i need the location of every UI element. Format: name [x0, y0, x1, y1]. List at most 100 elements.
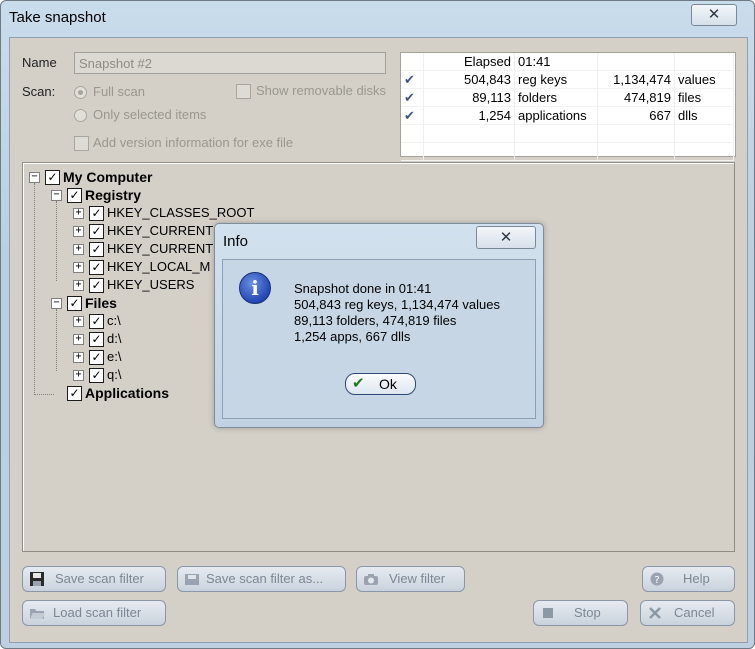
ok-label: Ok: [379, 376, 397, 392]
full-scan-radio[interactable]: [74, 86, 87, 99]
checkbox-applications[interactable]: ✓: [67, 386, 82, 401]
info-message-line: 89,113 folders, 474,819 files: [294, 313, 457, 328]
close-icon: ✕: [499, 229, 513, 246]
save-scan-filter-as-button[interactable]: Save scan filter as...: [177, 566, 346, 592]
cancel-button[interactable]: Cancel: [640, 600, 735, 626]
tree-node-drive[interactable]: e:\: [107, 348, 121, 366]
save-scan-filter-button[interactable]: Save scan filter: [22, 566, 166, 592]
collapse-toggle[interactable]: −: [51, 298, 62, 309]
add-version-label: Add version information for exe file: [93, 135, 294, 150]
tree-node-my-computer[interactable]: My Computer: [63, 168, 152, 186]
stop-icon: [543, 608, 553, 618]
tree-line: [34, 183, 35, 395]
tree-node-files[interactable]: Files: [85, 294, 117, 312]
snapshot-name-input[interactable]: Snapshot #2: [74, 52, 386, 74]
collapse-toggle[interactable]: −: [51, 190, 62, 201]
tree-node-applications[interactable]: Applications: [85, 384, 169, 402]
window-close-button[interactable]: ✕: [691, 4, 737, 26]
checkmark-icon: ✔: [352, 375, 365, 392]
ok-button[interactable]: ✔ Ok: [345, 373, 416, 395]
close-icon: ✕: [707, 6, 721, 23]
expand-toggle[interactable]: +: [73, 316, 84, 327]
checkbox-my-computer[interactable]: ✓: [45, 170, 60, 185]
info-message-line: Snapshot done in 01:41: [294, 281, 432, 296]
tree-node-registry-item[interactable]: HKEY_USERS: [107, 276, 194, 294]
collapse-toggle[interactable]: −: [29, 172, 40, 183]
checkbox-registry[interactable]: ✓: [67, 188, 82, 203]
expand-toggle[interactable]: +: [73, 370, 84, 381]
expand-toggle[interactable]: +: [73, 244, 84, 255]
folder-open-icon: [30, 609, 45, 619]
tree-line: [34, 394, 54, 395]
help-button[interactable]: ? Help: [642, 566, 735, 592]
folders-label: folders: [514, 88, 598, 107]
add-version-checkbox[interactable]: [74, 136, 89, 151]
only-selected-label: Only selected items: [93, 107, 207, 122]
scan-label: Scan:: [22, 84, 56, 99]
checkbox-drive[interactable]: ✓: [89, 332, 104, 347]
tree-line: [56, 309, 57, 371]
done-check-icon: ✔: [404, 107, 415, 123]
name-label: Name: [22, 55, 57, 70]
reg-keys-row: ✔ 504,843 reg keys 1,134,474 values: [401, 70, 734, 89]
information-icon: i: [239, 272, 271, 304]
tree-node-drive[interactable]: c:\: [107, 312, 121, 330]
applications-row: ✔ 1,254 applications 667 dlls: [401, 106, 734, 125]
stop-button[interactable]: Stop: [533, 600, 628, 626]
expand-toggle[interactable]: +: [73, 334, 84, 345]
tree-line: [56, 201, 57, 281]
load-scan-filter-label: Load scan filter: [53, 605, 142, 620]
tree-node-drive[interactable]: d:\: [107, 330, 121, 348]
expand-toggle[interactable]: +: [73, 352, 84, 363]
title-bar: Take snapshot ✕: [1, 1, 754, 37]
checkbox-drive[interactable]: ✓: [89, 368, 104, 383]
info-message-line: 1,254 apps, 667 dlls: [294, 329, 411, 344]
save-scan-filter-label: Save scan filter: [55, 571, 144, 586]
checkbox-files[interactable]: ✓: [67, 296, 82, 311]
info-message-line: 504,843 reg keys, 1,134,474 values: [294, 297, 500, 312]
help-icon: ?: [650, 572, 664, 586]
applications-label: applications: [514, 106, 598, 125]
tree-node-registry-item[interactable]: HKEY_CLASSES_ROOT: [107, 204, 254, 222]
svg-text:?: ?: [654, 575, 659, 586]
elapsed-value: 01:41: [514, 53, 598, 71]
expand-toggle[interactable]: +: [73, 208, 84, 219]
radio-selected-dot: [78, 90, 83, 95]
view-filter-label: View filter: [389, 571, 446, 586]
cancel-label: Cancel: [674, 605, 715, 620]
folders-row: ✔ 89,113 folders 474,819 files: [401, 88, 734, 107]
dlls-label: dlls: [674, 106, 734, 125]
applications-count: 1,254: [423, 106, 515, 125]
checkbox-registry-item[interactable]: ✓: [89, 278, 104, 293]
show-removable-checkbox[interactable]: [236, 84, 251, 99]
load-scan-filter-button[interactable]: Load scan filter: [22, 600, 166, 626]
checkbox-registry-item[interactable]: ✓: [89, 260, 104, 275]
checkbox-drive[interactable]: ✓: [89, 314, 104, 329]
checkbox-registry-item[interactable]: ✓: [89, 206, 104, 221]
elapsed-label: Elapsed: [423, 53, 515, 71]
tree-node-registry-item[interactable]: HKEY_CURRENT: [107, 240, 213, 258]
folders-count: 89,113: [423, 88, 515, 107]
window-title: Take snapshot: [9, 9, 106, 26]
info-dialog-close-button[interactable]: ✕: [476, 226, 536, 249]
only-selected-radio[interactable]: [74, 109, 87, 122]
done-check-icon: ✔: [404, 71, 415, 87]
scan-stats-table: Elapsed 01:41 ✔ 504,843 reg keys 1,134,4…: [400, 52, 736, 161]
done-check-icon: ✔: [404, 89, 415, 105]
tree-node-registry[interactable]: Registry: [85, 186, 141, 204]
checkbox-drive[interactable]: ✓: [89, 350, 104, 365]
tree-node-registry-item[interactable]: HKEY_CURRENT: [107, 222, 213, 240]
expand-toggle[interactable]: +: [73, 262, 84, 273]
reg-keys-label: reg keys: [514, 70, 598, 89]
info-dialog-title: Info: [223, 233, 249, 250]
tree-node-registry-item[interactable]: HKEY_LOCAL_M: [107, 258, 210, 276]
reg-keys-count: 504,843: [423, 70, 515, 89]
view-filter-button[interactable]: View filter: [356, 566, 465, 592]
info-dialog-body: i Snapshot done in 01:41 504,843 reg key…: [222, 259, 536, 419]
tree-node-drive[interactable]: q:\: [107, 366, 121, 384]
expand-toggle[interactable]: +: [73, 226, 84, 237]
files-label: files: [674, 88, 734, 107]
expand-toggle[interactable]: +: [73, 280, 84, 291]
checkbox-registry-item[interactable]: ✓: [89, 224, 104, 239]
checkbox-registry-item[interactable]: ✓: [89, 242, 104, 257]
